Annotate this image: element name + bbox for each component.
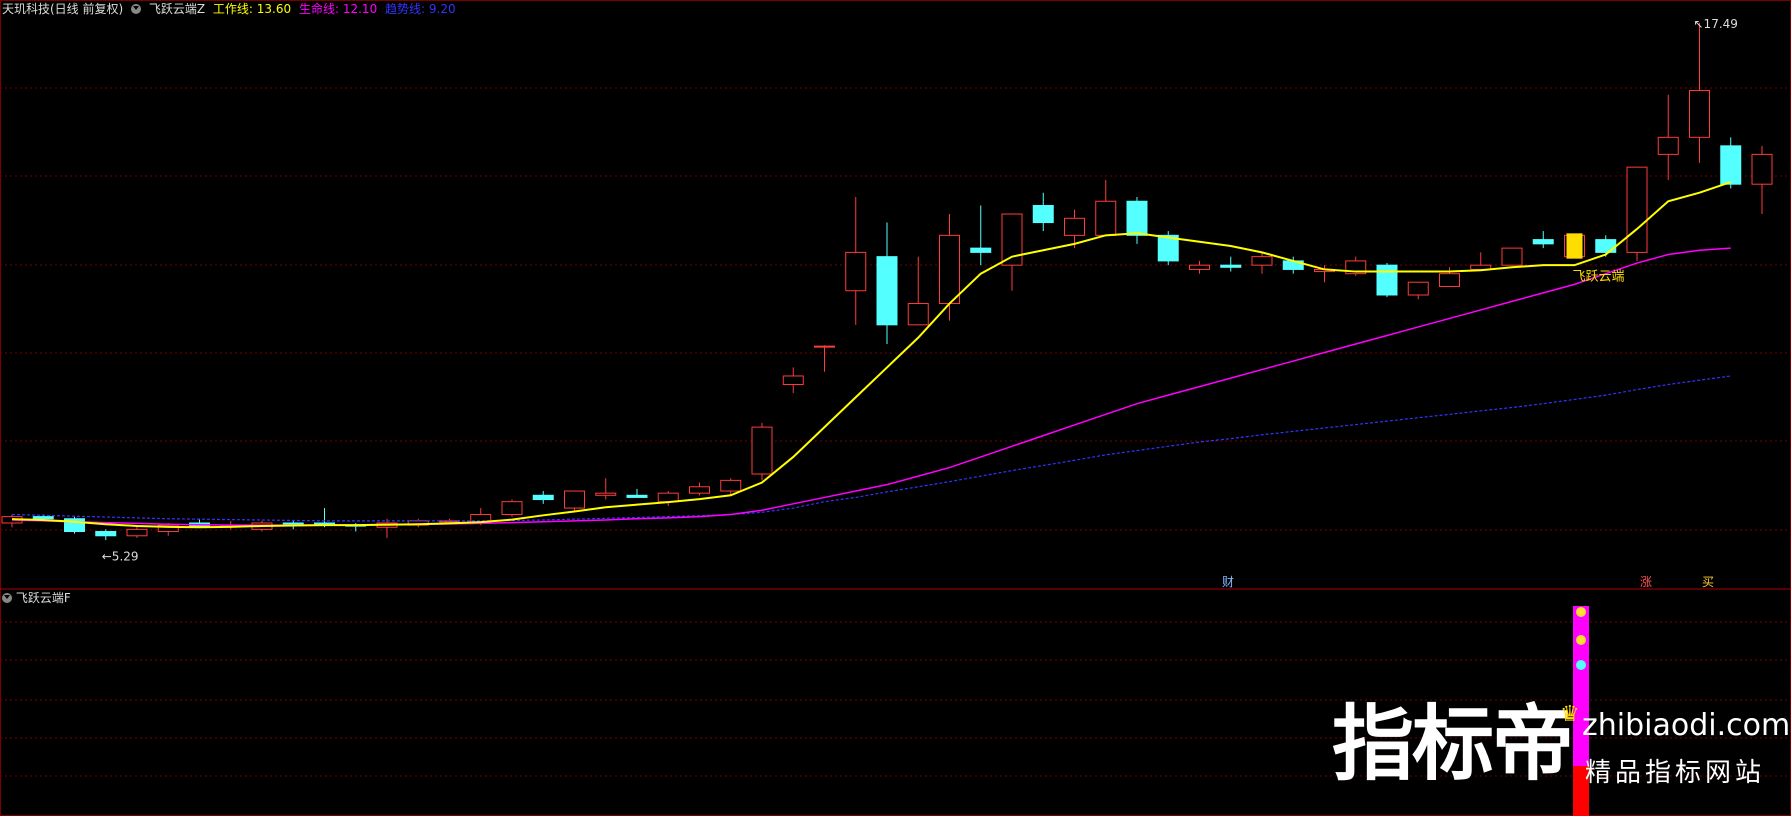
trend-line-label: 趋势线: xyxy=(385,2,426,16)
candle-body xyxy=(532,494,554,501)
work-line xyxy=(11,181,1732,529)
candle-body xyxy=(814,345,835,348)
work-line-value: 13.60 xyxy=(256,2,292,16)
sub-signal-icon xyxy=(1576,660,1586,670)
candle-body xyxy=(1501,247,1523,266)
candle-body xyxy=(126,528,148,537)
trend-line-value: 9.20 xyxy=(428,2,456,16)
watermark-brand: 指标帝 xyxy=(1332,697,1574,792)
candle-body xyxy=(1626,166,1648,253)
candle-body xyxy=(1064,217,1085,236)
signal-candle xyxy=(1566,233,1583,259)
sub-legend: 飞跃云端F xyxy=(2,590,71,606)
candle-body xyxy=(595,492,617,496)
watermark-url: zhibiaodi.com xyxy=(1582,708,1791,743)
candle-body xyxy=(1095,200,1117,236)
marker-cai: 财 xyxy=(1222,575,1234,589)
candle-body xyxy=(501,501,523,515)
candle-body xyxy=(626,494,648,498)
candle-body xyxy=(32,516,54,520)
sub-indicator-menu-icon[interactable] xyxy=(2,593,12,603)
candle-body xyxy=(782,375,804,385)
stock-title: 天玑科技(日线 前复权) xyxy=(2,2,124,16)
candle-body xyxy=(1220,264,1242,268)
candle-body xyxy=(1251,256,1273,266)
indicator-menu-icon[interactable] xyxy=(131,4,142,14)
candle-body xyxy=(1720,145,1742,185)
candle-body xyxy=(876,256,898,326)
candle-body xyxy=(1032,205,1054,224)
sub-indicator-name[interactable]: 飞跃云端F xyxy=(16,591,71,605)
watermark-tagline: 精品指标网站 xyxy=(1585,758,1766,788)
candle-body xyxy=(564,490,585,509)
candle-body xyxy=(939,234,960,305)
marker-zhang: 涨 xyxy=(1640,574,1652,589)
candle-body xyxy=(1439,273,1460,287)
signal-label: 飞跃云端 xyxy=(1573,270,1625,285)
sub-signal-icon xyxy=(1576,607,1586,617)
life-line-value: 12.10 xyxy=(342,2,378,16)
candle-body xyxy=(1189,264,1210,270)
candle-body xyxy=(1595,239,1617,253)
candle-body xyxy=(657,492,679,503)
marker-mai: 买 xyxy=(1702,575,1714,589)
chart-frame xyxy=(0,0,1791,816)
candle-body xyxy=(689,486,710,494)
main-legend: 天玑科技(日线 前复权) 飞跃云端Z 工作线: 13.60 生命线: 12.10… xyxy=(2,1,460,17)
indicator-name[interactable]: 飞跃云端Z xyxy=(149,2,205,16)
work-line-label: 工作线: xyxy=(212,2,253,16)
life-line xyxy=(11,247,1731,526)
crown-icon: ♛ xyxy=(1560,702,1580,727)
candle-body xyxy=(1376,264,1398,296)
candle-body xyxy=(845,251,867,292)
candle-body xyxy=(1407,281,1429,296)
candle-body xyxy=(1657,136,1679,155)
candle-body xyxy=(720,479,742,492)
trend-line xyxy=(11,375,1731,522)
candle-body xyxy=(907,303,929,326)
low-price-label: ←5.29 xyxy=(102,550,139,564)
candle-body xyxy=(1532,239,1554,245)
candle-body xyxy=(1689,89,1710,138)
candle-body xyxy=(1126,200,1148,236)
candle-body xyxy=(95,531,117,537)
candle-body xyxy=(970,247,992,253)
kline-chart[interactable]: ←5.29 ↖17.49 飞跃云端财 涨 买 xyxy=(0,0,1791,816)
high-price-label: ↖17.49 xyxy=(1694,17,1738,31)
life-line-label: 生命线: xyxy=(298,2,340,16)
candle-body xyxy=(1751,153,1773,185)
candle-body xyxy=(751,426,773,475)
sub-signal-icon xyxy=(1576,635,1586,645)
